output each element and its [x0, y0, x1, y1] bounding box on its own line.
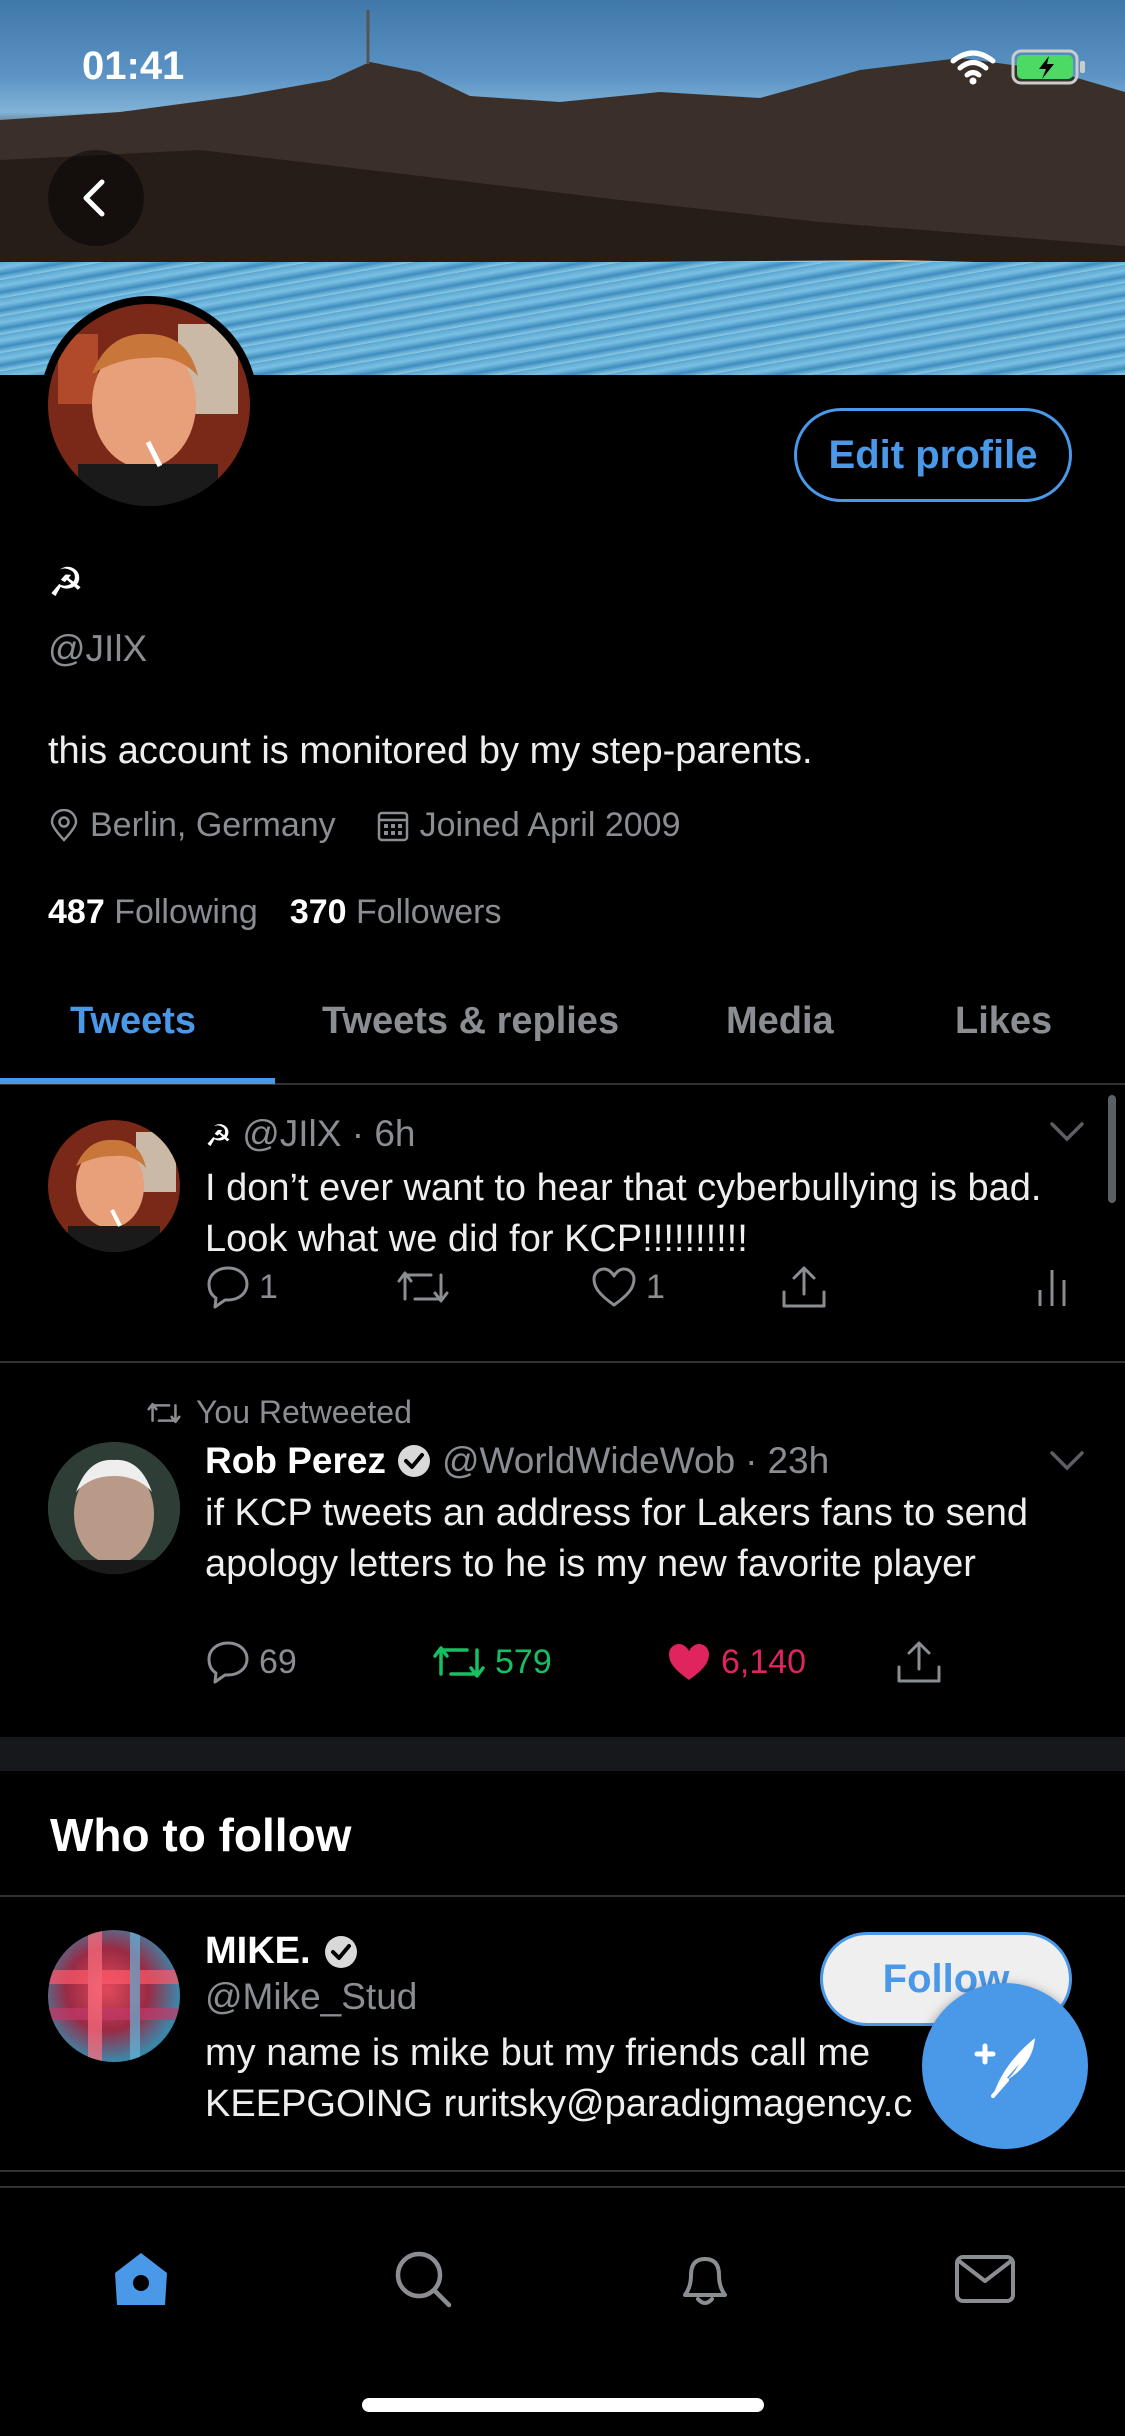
home-indicator[interactable]	[362, 2398, 764, 2412]
divider	[0, 2170, 1125, 2172]
search-icon	[395, 2251, 452, 2308]
profile-handle: @JIlX	[48, 628, 148, 669]
follow-counts: 487 Following 370 Followers	[48, 893, 501, 932]
like-count: 1	[646, 1267, 665, 1306]
verified-icon	[324, 1935, 357, 1968]
following-link[interactable]: 487 Following	[48, 893, 258, 932]
profile-display-name: ☭	[48, 560, 84, 606]
tweet-header: ☭ @JIlX · 6h	[205, 1113, 416, 1154]
battery-icon	[1011, 49, 1085, 85]
tab-media[interactable]: Media	[726, 1000, 834, 1043]
scrollbar[interactable]	[1108, 1095, 1116, 1203]
followers-link[interactable]: 370 Followers	[290, 893, 502, 932]
home-icon	[115, 2253, 167, 2305]
section-separator	[0, 1737, 1125, 1771]
location-item: Berlin, Germany	[48, 806, 336, 845]
like-icon	[592, 1267, 636, 1307]
avatar-photo	[48, 1120, 180, 1252]
tweet-header: Rob Perez @WorldWideWob · 23h	[205, 1440, 830, 1482]
messages-icon	[955, 2255, 1015, 2303]
share-action[interactable]	[780, 1264, 828, 1310]
nav-home[interactable]	[96, 2234, 186, 2324]
tweet-author-name[interactable]: Rob Perez	[205, 1440, 386, 1482]
retweet-action[interactable]	[395, 1265, 451, 1309]
retweet-context: You Retweeted	[146, 1394, 412, 1431]
reply-action[interactable]: 69	[205, 1639, 297, 1685]
tweet-avatar[interactable]	[48, 1120, 180, 1252]
joined-text: Joined April 2009	[419, 806, 681, 844]
tweet-author-handle[interactable]: @JIlX	[242, 1113, 341, 1154]
tab-tweets-replies[interactable]: Tweets & replies	[322, 1000, 619, 1043]
edit-profile-button[interactable]: Edit profile	[794, 408, 1072, 502]
tweet-author-name[interactable]: ☭	[205, 1119, 232, 1154]
wifi-icon	[950, 50, 996, 85]
status-time: 01:41	[82, 44, 185, 88]
back-button[interactable]	[48, 150, 144, 246]
analytics-action[interactable]	[1035, 1266, 1069, 1308]
profile-meta: Berlin, Germany Joined April 2009	[48, 806, 721, 845]
compose-icon	[974, 2038, 1035, 2098]
status-icons	[949, 48, 1087, 86]
profile-avatar[interactable]	[40, 296, 258, 514]
avatar-photo	[48, 1930, 180, 2062]
retweet-icon	[433, 1646, 485, 1678]
tweet-time: 23h	[767, 1440, 830, 1481]
like-action[interactable]: 6,140	[665, 1640, 806, 1684]
calendar-icon	[377, 811, 408, 841]
suggestion-handle[interactable]: @Mike_Stud	[205, 1976, 417, 2018]
profile-bio: this account is monitored by my step-par…	[48, 730, 813, 772]
suggestion-name[interactable]: MIKE.	[205, 1930, 359, 1973]
analytics-icon	[1038, 1270, 1066, 1306]
like-icon	[669, 1644, 709, 1680]
back-arrow-icon	[83, 179, 105, 217]
who-to-follow-title: Who to follow	[50, 1809, 352, 1861]
verified-icon	[397, 1445, 430, 1477]
tweet-time: 6h	[374, 1113, 416, 1154]
location-text: Berlin, Germany	[90, 806, 336, 844]
tweet-author-handle[interactable]: @WorldWideWob	[442, 1440, 735, 1482]
location-icon	[50, 808, 78, 842]
reply-icon	[207, 1266, 249, 1309]
retweeted-label: You Retweeted	[196, 1394, 412, 1430]
followers-count: 370	[289, 893, 347, 931]
tab-likes[interactable]: Likes	[955, 1000, 1052, 1043]
following-label: Following	[114, 893, 258, 931]
share-icon	[782, 1266, 826, 1308]
reply-action[interactable]: 1	[205, 1264, 278, 1310]
nav-notifications[interactable]	[660, 2234, 750, 2324]
tweet-text: if KCP tweets an address for Lakers fans…	[205, 1492, 1029, 1585]
tweet-avatar[interactable]	[48, 1442, 180, 1574]
suggestion-name-text: MIKE.	[205, 1930, 311, 1972]
chevron-down-icon[interactable]	[1049, 1121, 1085, 1143]
like-action[interactable]: 1	[590, 1265, 665, 1309]
profile-tabs: Tweets Tweets & replies Media Likes	[0, 970, 1125, 1085]
retweet-icon	[397, 1271, 449, 1303]
avatar-photo	[48, 304, 250, 506]
reply-count: 69	[259, 1642, 297, 1681]
tweet[interactable]: You Retweeted Rob Perez @WorldWideWob · 23…	[0, 1364, 1125, 1736]
share-action[interactable]	[895, 1639, 943, 1685]
followers-label: Followers	[356, 893, 502, 931]
divider	[0, 1895, 1125, 1897]
tweet[interactable]: ☭ @JIlX · 6h I don’t ever want to hear t…	[0, 1087, 1125, 1363]
avatar-photo	[48, 1442, 180, 1574]
tweet-text: I don’t ever want to hear that cyberbull…	[205, 1167, 1042, 1260]
suggestion-avatar[interactable]	[48, 1930, 180, 2062]
nav-messages[interactable]	[940, 2234, 1030, 2324]
nav-search[interactable]	[378, 2234, 468, 2324]
joined-item: Joined April 2009	[376, 806, 681, 845]
compose-tweet-button[interactable]	[922, 1983, 1088, 2149]
retweet-count: 579	[495, 1642, 552, 1681]
reply-icon	[207, 1641, 249, 1684]
retweet-icon	[147, 1402, 181, 1423]
like-count: 6,140	[721, 1642, 807, 1681]
following-count: 487	[48, 893, 105, 931]
chevron-down-icon[interactable]	[1049, 1450, 1085, 1472]
share-icon	[897, 1641, 941, 1683]
reply-count: 1	[259, 1267, 278, 1306]
active-tab-indicator	[0, 1078, 275, 1084]
notifications-icon	[683, 2257, 727, 2305]
retweet-action[interactable]: 579	[431, 1640, 552, 1684]
tab-tweets[interactable]: Tweets	[70, 1000, 196, 1043]
